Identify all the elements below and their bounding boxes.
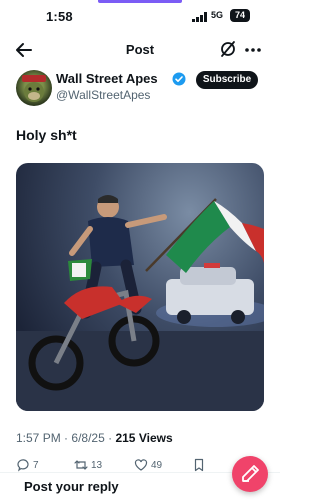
grok-icon[interactable] bbox=[219, 40, 237, 58]
top-bar: Post bbox=[0, 36, 280, 64]
views-label: Views bbox=[138, 431, 173, 445]
heart-icon bbox=[134, 459, 148, 471]
author-handle[interactable]: @WallStreetApes bbox=[56, 88, 150, 102]
bookmark-action[interactable] bbox=[192, 458, 209, 472]
status-time: 1:58 bbox=[46, 9, 73, 24]
reply-count: 7 bbox=[33, 459, 39, 471]
reply-input[interactable]: Post your reply bbox=[24, 479, 119, 494]
bookmark-icon bbox=[194, 458, 204, 472]
meta-separator: · bbox=[108, 431, 113, 445]
post-date: 6/8/25 bbox=[71, 431, 105, 445]
reply-icon bbox=[17, 459, 29, 472]
like-count: 49 bbox=[151, 459, 163, 471]
post-time: 1:57 PM bbox=[16, 431, 61, 445]
repost-action[interactable]: 13 bbox=[74, 458, 102, 472]
like-action[interactable]: 49 bbox=[134, 458, 162, 472]
page-title: Post bbox=[125, 42, 155, 57]
post-image[interactable] bbox=[16, 163, 264, 411]
post-text: Holy sh*t bbox=[16, 127, 77, 143]
signal-icon bbox=[192, 12, 207, 22]
reply-action[interactable]: 7 bbox=[16, 458, 39, 472]
compose-button[interactable] bbox=[232, 456, 268, 492]
views-count: 215 bbox=[115, 431, 136, 445]
battery-indicator: 74 bbox=[230, 9, 250, 22]
avatar[interactable] bbox=[16, 70, 52, 106]
more-options-icon[interactable] bbox=[243, 40, 263, 60]
author-name[interactable]: Wall Street Apes bbox=[56, 71, 158, 86]
network-type: 5G bbox=[211, 10, 224, 20]
meta-separator: · bbox=[64, 431, 69, 445]
subscribe-button[interactable]: Subscribe bbox=[196, 71, 258, 89]
dynamic-island-indicator bbox=[98, 0, 182, 3]
compose-icon bbox=[242, 465, 259, 482]
ape-avatar-icon bbox=[22, 75, 46, 102]
repost-icon bbox=[74, 460, 88, 470]
status-bar: 1:58 5G 74 bbox=[0, 0, 280, 34]
verified-badge-icon bbox=[172, 72, 186, 86]
post-meta: 1:57 PM · 6/8/25 · 215 Views bbox=[16, 431, 173, 445]
motorbike-flag-photo bbox=[16, 195, 264, 411]
repost-count: 13 bbox=[91, 459, 103, 471]
